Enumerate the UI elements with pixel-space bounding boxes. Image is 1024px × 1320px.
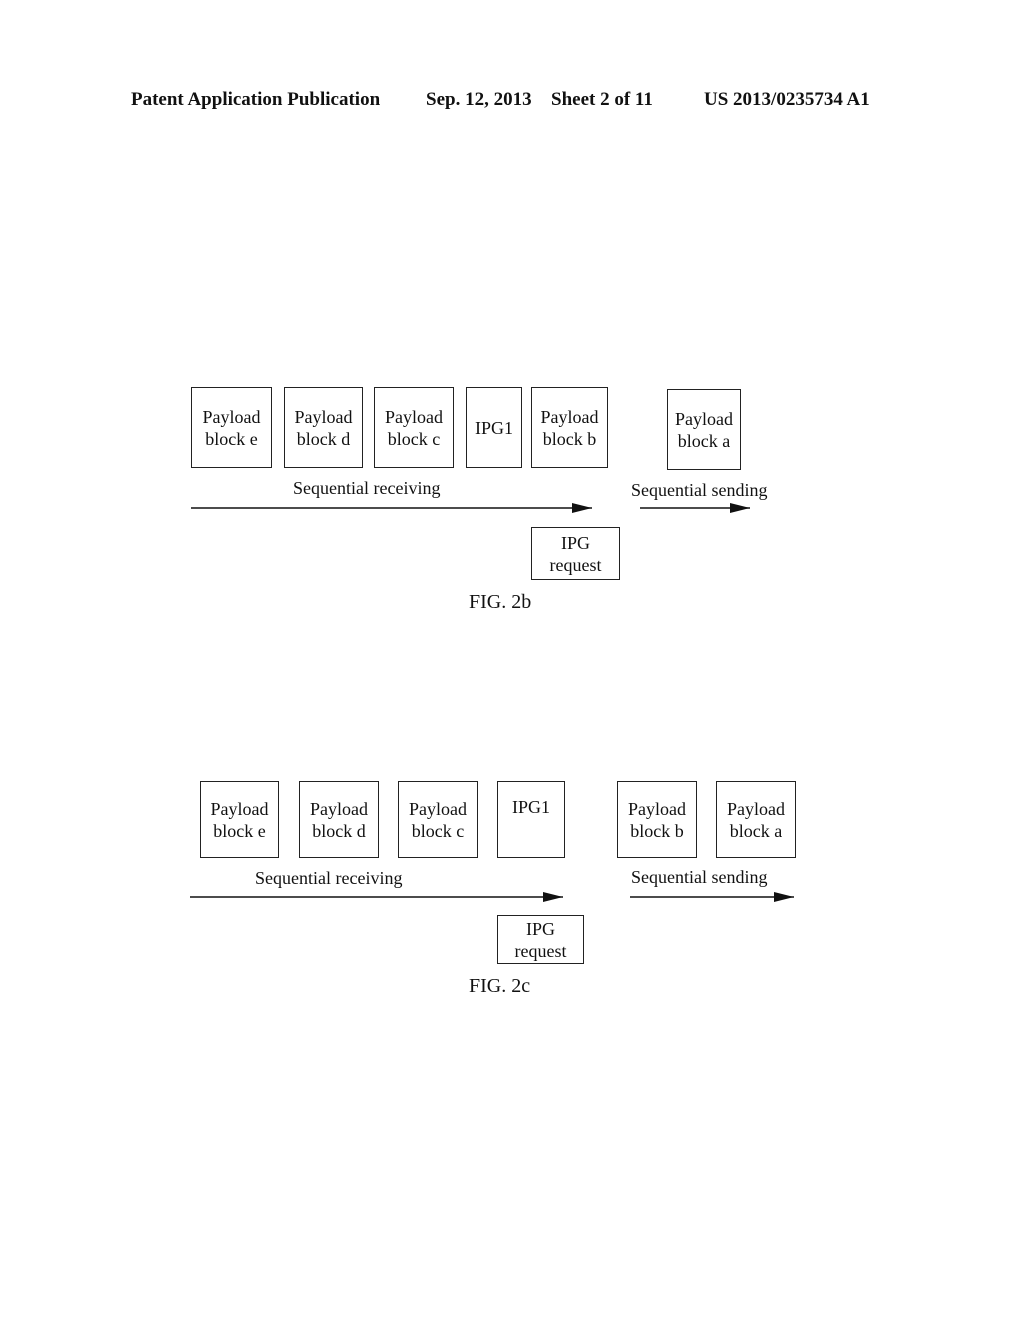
block-line1: Payload (210, 798, 269, 819)
request-line1: IPG (525, 918, 555, 939)
block-line1: Payload (310, 798, 368, 819)
fig2b-payload-block-d: Payload block d (284, 387, 363, 468)
block-line2: block d (296, 428, 351, 449)
fig2b-payload-block-c: Payload block c (374, 387, 454, 468)
block-line2: block a (729, 820, 783, 841)
fig2b-payload-block-e: Payload block e (191, 387, 272, 468)
block-line1: Payload (409, 798, 467, 819)
block-line2: block d (312, 820, 366, 841)
block-line1: Payload (675, 408, 733, 429)
fig2b-sending-label: Sequential sending (631, 480, 768, 500)
fig2c-receiving-label: Sequential receiving (255, 868, 403, 888)
block-line2: block e (205, 428, 258, 449)
block-line2: block b (542, 428, 597, 449)
fig2c-payload-block-a: Payload block a (716, 781, 796, 858)
block-line1: Payload (294, 406, 353, 427)
block-line2: block c (411, 820, 465, 841)
block-line2: block b (630, 820, 684, 841)
fig2b-receiving-label: Sequential receiving (293, 478, 441, 498)
block-line2: block c (387, 428, 441, 449)
request-line2: request (549, 554, 602, 575)
block-line1: Payload (385, 406, 443, 427)
fig2b-ipg-request: IPG request (531, 527, 620, 580)
fig2c-payload-block-e: Payload block e (200, 781, 279, 858)
arrows-layer (190, 503, 794, 902)
block-line1: Payload (628, 798, 686, 819)
block-line2: block a (677, 430, 731, 451)
request-line2: request (514, 940, 567, 961)
request-line1: IPG (560, 532, 590, 553)
fig2c-ipg-request: IPG request (497, 915, 584, 964)
fig2c-sending-label: Sequential sending (631, 867, 768, 887)
fig2b-payload-block-a: Payload block a (667, 389, 741, 470)
fig2c-payload-block-b: Payload block b (617, 781, 697, 858)
fig2b-ipg1-block: IPG1 (466, 387, 522, 468)
fig2c-payload-block-c: Payload block c (398, 781, 478, 858)
block-line1: IPG1 (511, 797, 550, 817)
block-line2: block e (213, 820, 266, 841)
fig2b-caption: FIG. 2b (469, 591, 532, 613)
fig2c-ipg1-block: IPG1 (497, 781, 565, 858)
block-line1: IPG1 (474, 417, 513, 438)
block-line1: Payload (202, 406, 261, 427)
fig2c-payload-block-d: Payload block d (299, 781, 379, 858)
block-line1: Payload (727, 798, 785, 819)
fig2c-caption: FIG. 2c (469, 975, 531, 997)
fig2b-payload-block-b: Payload block b (531, 387, 608, 468)
block-line1: Payload (540, 406, 599, 427)
